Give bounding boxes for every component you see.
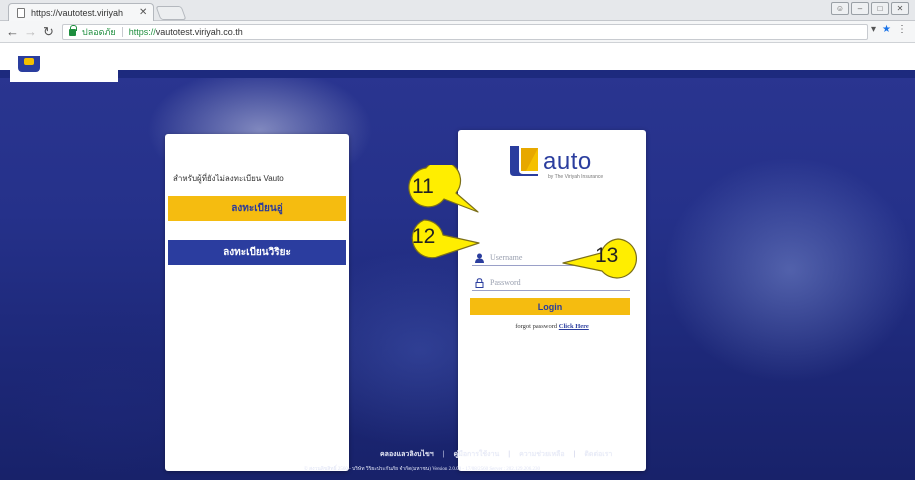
register-title: สำหรับผู้ที่ยังไม่ลงทะเบียน Vauto (173, 174, 284, 183)
callout-12-label: 12 (412, 225, 436, 248)
footer-link-help[interactable]: ความช่วยเหลือ (519, 449, 564, 460)
forgot-password-text: forgot password (515, 323, 558, 330)
login-card: auto by The Viriyah Insurance Login forg… (458, 130, 646, 471)
new-tab-button[interactable] (155, 6, 187, 20)
login-button[interactable]: Login (470, 298, 630, 315)
footer-links: คลองแลวลิงบไขฯ | คู่มือการใช้งาน | ความช… (380, 449, 612, 460)
close-window-icon[interactable]: ✕ (891, 2, 909, 15)
url-host: vautotest.viriyah.co.th (155, 27, 243, 37)
browser-toolbar: ← → ↻ ปลอดภัย https://vautotest.viriyah.… (0, 21, 915, 43)
brand-tagline: by The Viriyah Insurance (548, 174, 604, 180)
header-logo[interactable] (10, 44, 118, 82)
brand-name: auto (543, 148, 592, 175)
footer-divider: | (508, 451, 511, 458)
vauto-v-logo-icon (510, 146, 538, 176)
user-icon[interactable]: ☺ (831, 2, 849, 15)
maximize-icon[interactable]: □ (871, 2, 889, 15)
secure-label: ปลอดภัย (82, 27, 116, 37)
back-icon[interactable]: ← (6, 24, 19, 40)
forward-icon[interactable]: → (24, 24, 37, 40)
callout-11-label: 11 (412, 175, 434, 198)
lock-icon (472, 277, 486, 288)
url-text: https://vautotest.viriyah.co.th (129, 27, 243, 37)
footer-divider: | (442, 451, 445, 458)
browser-tab[interactable]: https://vautotest.viriyah ✕ (8, 3, 154, 21)
address-bar[interactable]: ปลอดภัย https://vautotest.viriyah.co.th (62, 24, 868, 40)
window-controls: ☺ – □ ✕ (831, 2, 909, 15)
footer-link-manual[interactable]: คู่มือการใช้งาน (454, 449, 500, 460)
extension-icon[interactable]: ▾ (871, 24, 876, 35)
url-divider (121, 27, 123, 37)
register-garage-button[interactable]: ลงทะเบียนอู่ (168, 196, 346, 221)
register-viriyah-button[interactable]: ลงทะเบียนวิริยะ (168, 240, 346, 265)
register-card: สำหรับผู้ที่ยังไม่ลงทะเบียน Vauto ลงทะเบ… (165, 134, 349, 471)
menu-icon[interactable]: ⋮ (897, 24, 907, 35)
forgot-password: forgot password Click Here (458, 323, 646, 330)
url-scheme: https:// (128, 27, 156, 37)
vauto-logo-icon (18, 56, 40, 72)
tab-close-icon[interactable]: ✕ (139, 7, 147, 18)
browser-tabstrip: https://vautotest.viriyah ✕ ☺ – □ ✕ (0, 0, 915, 21)
bookmark-star-icon[interactable]: ★ (882, 24, 891, 35)
footer-divider: | (573, 451, 576, 458)
minimize-icon[interactable]: – (851, 2, 869, 15)
toolbar-icons: ▾ ★ ⋮ (871, 24, 907, 35)
page-header (0, 44, 915, 70)
callout-13-label: 13 (595, 244, 619, 267)
forgot-password-link[interactable]: Click Here (559, 323, 589, 330)
reload-icon[interactable]: ↻ (43, 24, 54, 40)
lock-icon (69, 24, 77, 36)
footer-copyright: © สงวนลิขสิทธิ์ 2560 - บริษัท วิริยะประก… (304, 467, 541, 472)
footer-link-contact[interactable]: ติดต่อเรา (584, 449, 612, 460)
footer-link-conditions[interactable]: คลองแลวลิงบไขฯ (380, 449, 434, 460)
tab-title: https://vautotest.viriyah (31, 7, 124, 18)
page: สำหรับผู้ที่ยังไม่ลงทะเบียน Vauto ลงทะเบ… (0, 44, 915, 480)
page-icon (17, 7, 25, 18)
vauto-brand: auto by The Viriyah Insurance (508, 142, 618, 182)
header-bar (0, 70, 915, 78)
